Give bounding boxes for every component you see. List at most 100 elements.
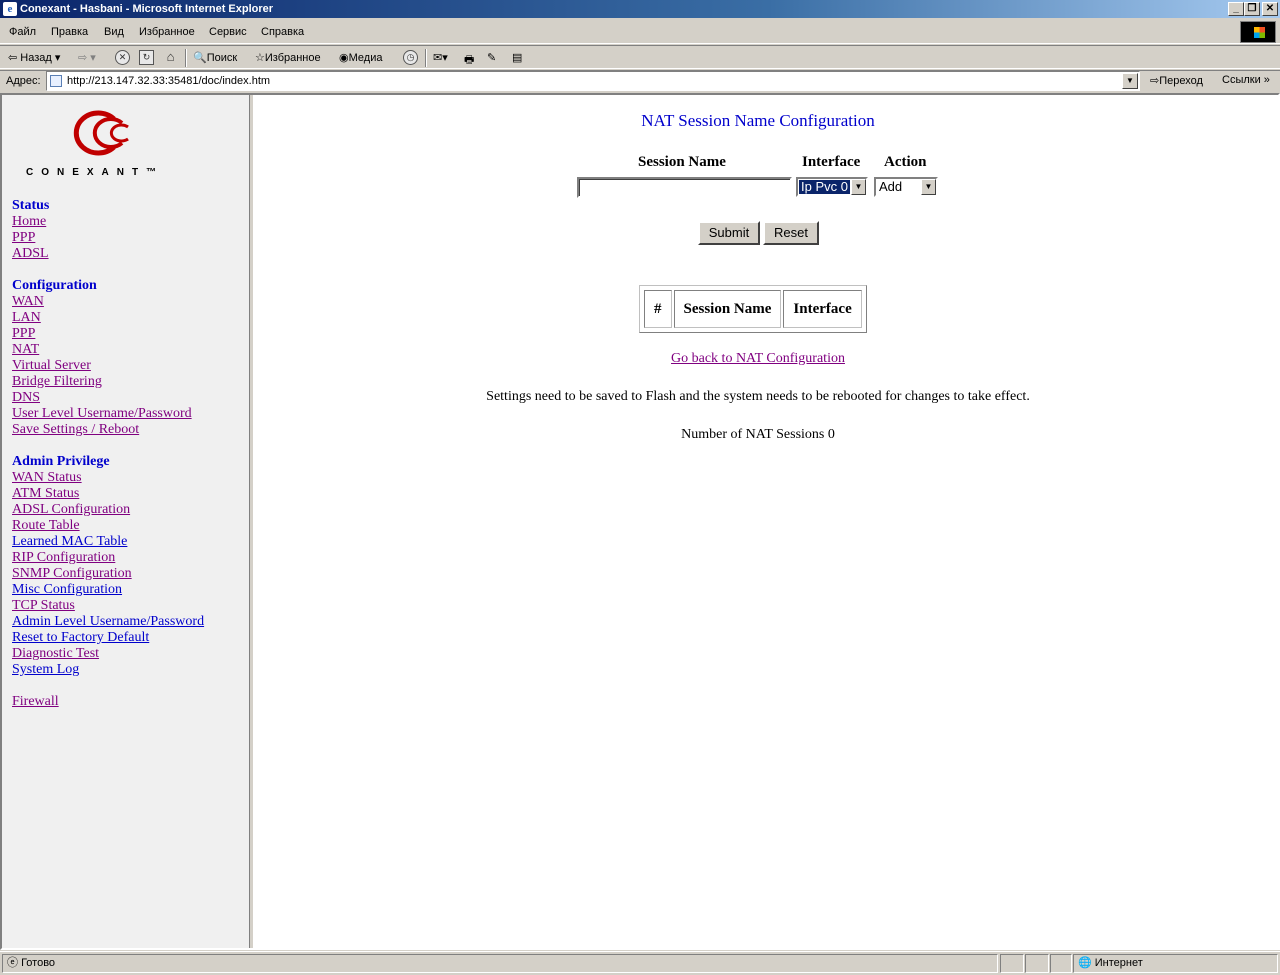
session-count: Number of NAT Sessions 0: [681, 427, 835, 442]
forward-button[interactable]: ⇨ ▾: [78, 51, 96, 64]
toolbar-separator: [425, 49, 427, 67]
back-link-row: Go back to NAT Configuration: [253, 351, 1263, 367]
col-interface-header: Interface: [783, 290, 862, 328]
favorites-icon: ☆: [255, 52, 265, 64]
configuration-heading: Configuration: [12, 278, 97, 293]
col-session-name-header: Session Name: [673, 290, 782, 328]
admin-heading: Admin Privilege: [12, 454, 110, 469]
nav-firewall[interactable]: Firewall: [12, 694, 59, 710]
nav-rip-configuration[interactable]: RIP Configuration: [12, 550, 115, 566]
mail-icon[interactable]: ✉▾: [433, 51, 448, 64]
chevron-down-icon[interactable]: ▼: [851, 179, 866, 195]
zone-text: Интернет: [1094, 957, 1143, 969]
interface-select[interactable]: Ip Pvc 0 ▼: [796, 177, 868, 197]
nav-diagnostic-test[interactable]: Diagnostic Test: [12, 646, 99, 662]
nav-bridge-filtering[interactable]: Bridge Filtering: [12, 374, 102, 390]
menu-help[interactable]: Справка: [261, 26, 304, 38]
back-arrow-icon: ⇦: [8, 52, 18, 64]
nav-user-password[interactable]: User Level Username/Password: [12, 406, 192, 422]
print-icon[interactable]: 🖶: [464, 51, 474, 70]
interface-selected-value: Ip Pvc 0: [798, 179, 851, 195]
nav-tcp-status[interactable]: TCP Status: [12, 598, 75, 614]
nav-admin-password[interactable]: Admin Level Username/Password: [12, 614, 204, 630]
status-text: Готово: [21, 957, 56, 969]
toolbar: ⇦ Назад ▾ ⇨ ▾ ✕ ↻ ⌂ 🔍Поиск ☆Избранное ◉М…: [0, 45, 1280, 69]
nav-factory-reset[interactable]: Reset to Factory Default: [12, 630, 149, 646]
edit-icon[interactable]: ✎: [487, 51, 496, 64]
status-bar: ⓔ Готово 🌐 Интернет: [0, 951, 1280, 975]
nav-home[interactable]: Home: [12, 214, 46, 230]
nav-route-table[interactable]: Route Table: [12, 518, 80, 534]
windows-logo-icon: [1240, 21, 1276, 43]
menu-view[interactable]: Вид: [104, 26, 124, 38]
go-arrow-icon: ⇨: [1150, 75, 1160, 87]
maximize-button[interactable]: ❐: [1244, 2, 1260, 16]
reset-button[interactable]: Reset: [763, 221, 819, 245]
links-button[interactable]: Ссылки »: [1222, 74, 1270, 86]
ie-icon: e: [3, 2, 17, 16]
discuss-icon[interactable]: ▤: [512, 51, 522, 64]
nav-status-ppp[interactable]: PPP: [12, 230, 35, 246]
go-button[interactable]: ⇨Переход: [1150, 74, 1203, 87]
nav-config-ppp[interactable]: PPP: [12, 326, 35, 342]
close-button[interactable]: ✕: [1262, 2, 1278, 16]
globe-icon: 🌐: [1078, 957, 1092, 969]
session-name-header: Session Name: [638, 154, 726, 170]
content-area: CONEXANT™ Status Home PPP ADSL Configura…: [0, 93, 1280, 950]
chevron-down-icon[interactable]: ▼: [921, 179, 936, 195]
stop-icon[interactable]: ✕: [115, 50, 130, 65]
nav-dns[interactable]: DNS: [12, 390, 40, 406]
save-notice: Settings need to be saved to Flash and t…: [486, 389, 1030, 404]
address-bar: Адрес: http://213.147.32.33:35481/doc/in…: [0, 70, 1280, 92]
menu-file[interactable]: Файл: [9, 26, 36, 38]
nav-adsl-configuration[interactable]: ADSL Configuration: [12, 502, 130, 518]
media-button[interactable]: ◉Медиа: [339, 51, 382, 64]
search-icon: 🔍: [193, 52, 207, 64]
action-header: Action: [884, 154, 927, 170]
nav-save-reboot[interactable]: Save Settings / Reboot: [12, 422, 139, 438]
nav-misc-configuration[interactable]: Misc Configuration: [12, 582, 122, 598]
interface-header: Interface: [802, 154, 861, 170]
address-label: Адрес:: [6, 75, 41, 87]
back-to-nat-link[interactable]: Go back to NAT Configuration: [671, 351, 845, 366]
action-select[interactable]: Add ▼: [874, 177, 938, 197]
menu-bar: Файл Правка Вид Избранное Сервис Справка: [0, 20, 1280, 44]
logo-text: CONEXANT™: [26, 167, 165, 178]
menu-favorites[interactable]: Избранное: [139, 26, 195, 38]
nav-wan[interactable]: WAN: [12, 294, 44, 310]
address-url[interactable]: http://213.147.32.33:35481/doc/index.htm: [67, 75, 270, 87]
address-input[interactable]: http://213.147.32.33:35481/doc/index.htm…: [46, 71, 1140, 91]
nat-session-table: # Session Name Interface: [639, 285, 867, 333]
favorites-button[interactable]: ☆Избранное: [255, 51, 321, 64]
nav-system-log[interactable]: System Log: [12, 662, 79, 678]
submit-button[interactable]: Submit: [698, 221, 760, 245]
status-panel-empty: [1050, 954, 1072, 973]
status-panel-empty: [1025, 954, 1049, 973]
page-title: NAT Session Name Configuration: [641, 111, 875, 130]
refresh-icon[interactable]: ↻: [139, 50, 154, 65]
col-index-header: #: [644, 290, 672, 328]
nav-virtual-server[interactable]: Virtual Server: [12, 358, 91, 374]
menu-tools[interactable]: Сервис: [209, 26, 247, 38]
home-icon[interactable]: ⌂: [163, 50, 178, 65]
nav-learned-mac-table[interactable]: Learned MAC Table: [12, 534, 127, 550]
window-title: Conexant - Hasbani - Microsoft Internet …: [20, 3, 274, 15]
minimize-button[interactable]: _: [1228, 2, 1244, 16]
nav-wan-status[interactable]: WAN Status: [12, 470, 82, 486]
session-name-input[interactable]: [577, 177, 792, 198]
nav-nat[interactable]: NAT: [12, 342, 39, 358]
nav-snmp-configuration[interactable]: SNMP Configuration: [12, 566, 132, 582]
nav-status-adsl[interactable]: ADSL: [12, 246, 49, 262]
table-header-row: # Session Name Interface: [644, 290, 862, 328]
conexant-logo-icon: [73, 110, 129, 156]
toolbar-separator: [185, 49, 187, 67]
zone-panel: 🌐 Интернет: [1073, 954, 1278, 973]
address-dropdown-icon[interactable]: ▼: [1122, 73, 1138, 89]
search-button[interactable]: 🔍Поиск: [193, 51, 237, 64]
back-button[interactable]: ⇦ Назад ▾: [8, 51, 60, 64]
history-icon[interactable]: ◷: [403, 50, 418, 65]
media-icon: ◉: [339, 52, 349, 64]
nav-lan[interactable]: LAN: [12, 310, 41, 326]
nav-atm-status[interactable]: ATM Status: [12, 486, 79, 502]
menu-edit[interactable]: Правка: [51, 26, 88, 38]
